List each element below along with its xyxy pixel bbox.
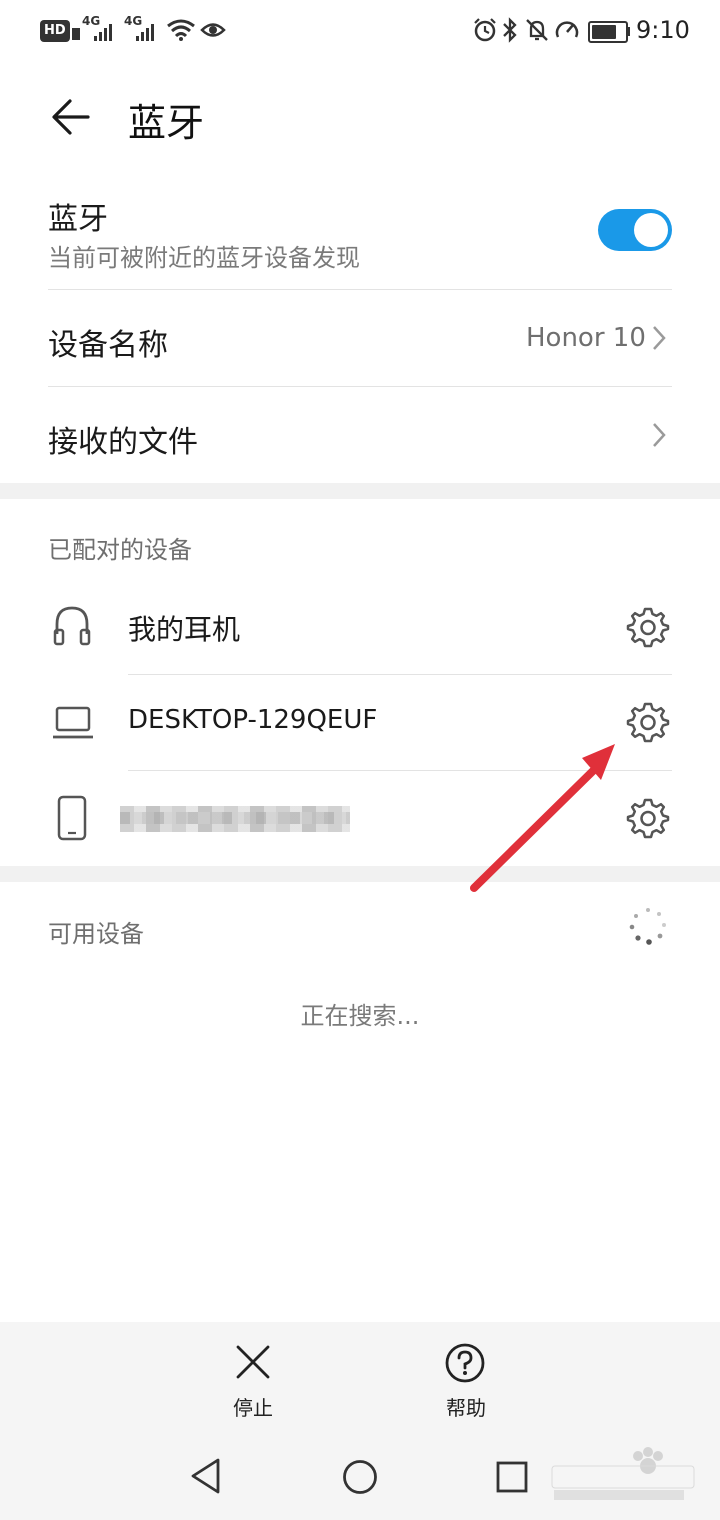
chevron-right-icon xyxy=(653,326,666,350)
laptop-icon xyxy=(53,706,93,739)
battery-icon xyxy=(588,21,628,43)
nav-back-icon[interactable] xyxy=(188,1456,224,1496)
battery-tip xyxy=(627,27,630,36)
sim1-icon xyxy=(72,28,80,40)
bluetooth-switch[interactable] xyxy=(598,209,672,251)
loading-spinner-icon xyxy=(629,908,666,945)
stop-button[interactable]: 停止 xyxy=(212,1336,294,1420)
section-separator xyxy=(0,483,720,499)
speed-icon xyxy=(555,21,579,38)
wifi-icon xyxy=(167,19,195,41)
eye-comfort-icon xyxy=(200,23,226,37)
device-name-label: 设备名称 xyxy=(48,328,168,363)
help-label: 帮助 xyxy=(446,1396,486,1420)
status-bar: HD 4G 4G 9:10 xyxy=(0,0,720,62)
back-arrow-icon[interactable] xyxy=(50,96,92,138)
chevron-right-icon xyxy=(653,423,666,447)
stop-label: 停止 xyxy=(233,1396,273,1420)
paired-device-name: 我的耳机 xyxy=(128,613,241,646)
help-icon xyxy=(445,1343,485,1383)
gear-icon[interactable] xyxy=(626,796,670,840)
close-icon xyxy=(236,1345,270,1379)
paired-device-name: DESKTOP-129QEUF xyxy=(128,705,378,735)
clock: 9:10 xyxy=(636,16,690,44)
phone-icon xyxy=(57,795,87,841)
bluetooth-status-icon xyxy=(503,17,517,43)
searching-status: 正在搜索... xyxy=(300,1002,420,1030)
headphones-icon xyxy=(53,606,91,646)
hd-badge-label: HD xyxy=(44,23,66,38)
nav-recents-icon[interactable] xyxy=(495,1460,529,1494)
alarm-icon xyxy=(474,18,496,42)
signal1-icon xyxy=(94,24,112,41)
available-devices-heading: 可用设备 xyxy=(48,920,144,948)
annotation-arrow-icon xyxy=(470,744,615,892)
mute-icon xyxy=(526,19,548,41)
hd-badge: HD xyxy=(40,20,70,42)
paired-devices-heading: 已配对的设备 xyxy=(48,536,192,564)
switch-knob xyxy=(634,213,668,247)
received-files-row[interactable]: 接收的文件 xyxy=(0,387,720,483)
blurred-device-name xyxy=(120,800,420,838)
bluetooth-row-subtitle: 当前可被附近的蓝牙设备发现 xyxy=(48,244,360,272)
paired-device-row[interactable]: 我的耳机 xyxy=(0,580,720,674)
bluetooth-row-title: 蓝牙 xyxy=(48,202,108,237)
gear-icon[interactable] xyxy=(626,700,670,744)
watermark-logo-icon xyxy=(551,1447,695,1500)
page-title: 蓝牙 xyxy=(128,101,205,145)
device-name-row[interactable]: 设备名称 Honor 10 xyxy=(0,290,720,386)
nav-home-icon[interactable] xyxy=(341,1458,379,1496)
signal2-icon xyxy=(136,24,154,41)
received-files-label: 接收的文件 xyxy=(48,425,198,460)
device-name-value: Honor 10 xyxy=(526,323,646,353)
gear-icon[interactable] xyxy=(626,605,670,649)
help-button[interactable]: 帮助 xyxy=(424,1336,508,1420)
